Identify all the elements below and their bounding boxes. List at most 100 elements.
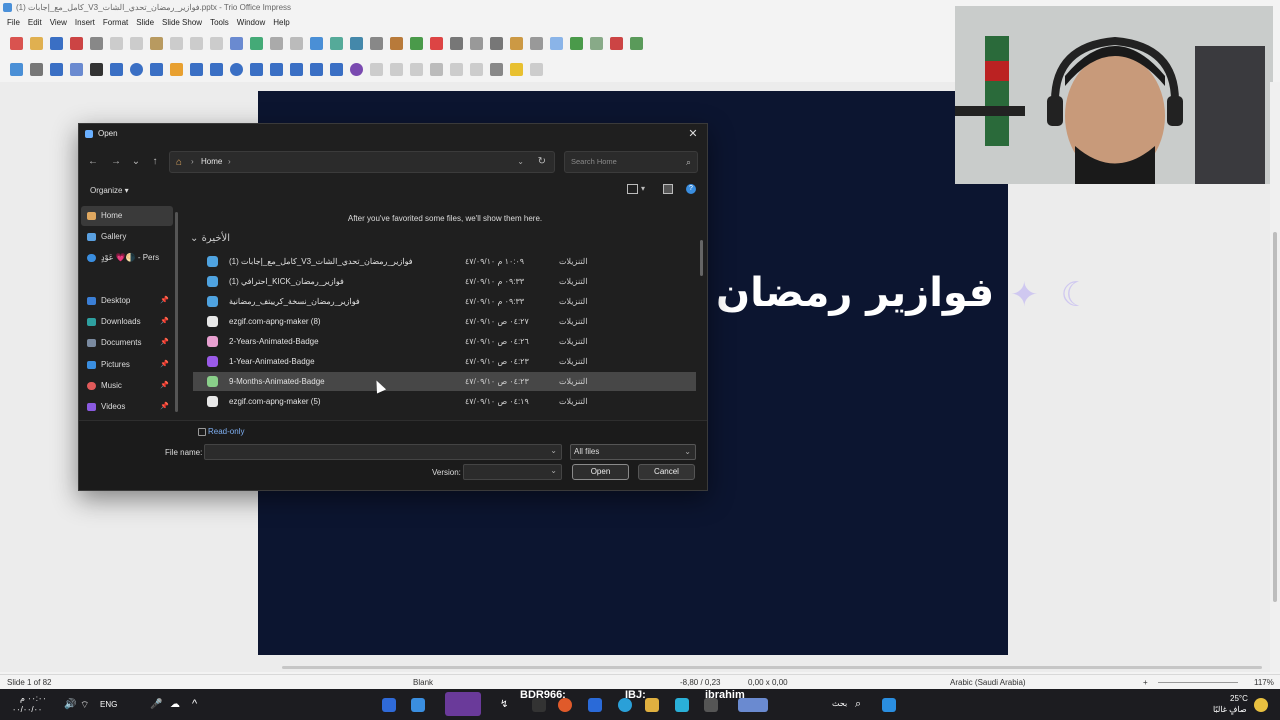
file-row[interactable]: 2-Years-Animated-Badge ٠٤:٢٦ ص ٤٧/٠٩/١٠ … (193, 332, 696, 351)
view-dropdown-icon[interactable]: ▾ (641, 184, 645, 193)
sidebar-item-onedrive[interactable]: عَوْدٍ 💗🌗 - Pers (81, 248, 173, 268)
start-icon[interactable] (882, 698, 896, 712)
back-arrow-icon[interactable]: ← (85, 154, 101, 170)
sidebar-item-videos[interactable]: Videos 📌 (81, 397, 173, 417)
breadcrumb-home[interactable]: Home (201, 157, 222, 166)
speaker-icon[interactable]: 🔊 (64, 699, 76, 710)
shadow-icon[interactable] (430, 62, 443, 76)
redo-icon[interactable] (210, 36, 223, 50)
version-select[interactable]: ⌄ (463, 464, 562, 480)
zoom-icon[interactable] (30, 62, 43, 76)
checkbox-icon[interactable] (198, 428, 206, 436)
display-views-icon[interactable] (290, 36, 303, 50)
paste-icon[interactable] (150, 36, 163, 50)
spellcheck-icon[interactable] (250, 36, 263, 50)
hyperlink-icon[interactable] (510, 36, 523, 50)
print-icon[interactable] (90, 36, 103, 50)
language-status[interactable]: Arabic (Saudi Arabia) (950, 675, 1026, 690)
delete-slide-icon[interactable] (610, 36, 623, 50)
menu-edit[interactable]: Edit (24, 16, 46, 30)
weather-icon[interactable] (1254, 698, 1268, 712)
group-header-recent[interactable]: ⌄ الأخيرة (190, 233, 230, 244)
zoom-in-icon[interactable]: + (1143, 675, 1148, 690)
menu-window[interactable]: Window (233, 16, 269, 30)
new-icon[interactable] (10, 36, 23, 50)
file-row[interactable]: ezgif.com-apng-maker (8) ٠٤:٢٧ ص ٤٧/٠٩/١… (193, 312, 696, 331)
organize-button[interactable]: Organize ▾ (90, 186, 129, 195)
view-mode-icon[interactable] (627, 184, 638, 194)
up-arrow-icon[interactable]: ↑ (147, 154, 163, 170)
rotate-icon[interactable] (350, 62, 363, 76)
file-list-scrollbar[interactable] (700, 240, 703, 276)
pin-icon[interactable]: 📌 (160, 376, 169, 396)
pin-icon[interactable]: 📌 (160, 291, 169, 311)
pin-icon[interactable]: 📌 (160, 312, 169, 332)
duplicate-slide-icon[interactable] (590, 36, 603, 50)
points-icon[interactable] (490, 62, 503, 76)
edge-icon[interactable] (618, 698, 632, 712)
curves-icon[interactable] (170, 62, 183, 76)
help-icon[interactable]: ? (686, 184, 696, 194)
block-arrows-icon[interactable] (250, 62, 263, 76)
sidebar-item-downloads[interactable]: Downloads 📌 (81, 312, 173, 332)
store-icon[interactable] (588, 698, 602, 712)
recent-locations-chevron-icon[interactable]: ⌄ (128, 154, 144, 170)
copilot-icon[interactable] (675, 698, 689, 712)
stars-icon[interactable] (310, 62, 323, 76)
address-dropdown-icon[interactable]: ⌄ (517, 157, 524, 166)
chart-icon[interactable] (410, 36, 423, 50)
task-view-icon[interactable] (704, 698, 718, 712)
sidebar-item-home[interactable]: Home (81, 206, 173, 226)
rectangle-icon[interactable] (110, 62, 123, 76)
open-folder-icon[interactable] (30, 36, 43, 50)
arrow-icon[interactable]: ↯ (500, 699, 508, 710)
menu-view[interactable]: View (46, 16, 71, 30)
save-icon[interactable] (50, 36, 63, 50)
file-explorer-icon[interactable] (645, 698, 659, 712)
app-icon[interactable] (532, 698, 546, 712)
glue-points-icon[interactable] (510, 62, 523, 76)
app-taskbar-icon[interactable] (411, 698, 425, 712)
file-type-select[interactable]: All files ⌄ (570, 444, 696, 460)
pin-icon[interactable]: 📌 (160, 397, 169, 417)
sidebar-item-documents[interactable]: Documents 📌 (81, 333, 173, 353)
copy-icon[interactable] (130, 36, 143, 50)
filter-icon[interactable] (470, 62, 483, 76)
open-button[interactable]: Open (572, 464, 629, 480)
zoom-slider[interactable] (1158, 682, 1238, 683)
lines-arrows-draw-icon[interactable] (150, 62, 163, 76)
scroll-thumb[interactable] (1273, 232, 1277, 602)
clone-icon[interactable] (170, 36, 183, 50)
callouts-icon[interactable] (290, 62, 303, 76)
file-row[interactable]: فوازير_رمضان_نسخة_كرييتف_رمضانية ٠٩:٣٣ م… (193, 292, 696, 311)
wifi-icon[interactable]: ⌔ (80, 699, 89, 712)
sidebar-item-desktop[interactable]: Desktop 📌 (81, 291, 173, 311)
sidebar-item-pictures[interactable]: Pictures 📌 (81, 355, 173, 375)
horizontal-scrollbar[interactable] (282, 666, 1262, 669)
flowchart-icon[interactable] (270, 62, 283, 76)
toggle-extrusion-icon[interactable] (530, 62, 543, 76)
start-slideshow-icon[interactable] (330, 36, 343, 50)
master-slide-icon[interactable] (310, 36, 323, 50)
symbol-shapes-icon[interactable] (230, 62, 243, 76)
chevron-up-icon[interactable]: ^ (192, 698, 197, 710)
vertical-scrollbar[interactable] (1270, 82, 1280, 672)
menu-tools[interactable]: Tools (206, 16, 233, 30)
menu-format[interactable]: Format (99, 16, 132, 30)
slide-layout-icon[interactable] (630, 36, 643, 50)
menu-insert[interactable]: Insert (71, 16, 99, 30)
search-input[interactable]: Search Home ⌕ (564, 151, 698, 173)
file-row[interactable]: ezgif.com-apng-maker (5) ٠٤:١٩ ص ٤٧/٠٩/١… (193, 392, 696, 411)
connectors-icon[interactable] (190, 62, 203, 76)
widgets-icon[interactable] (738, 698, 768, 712)
textbox-icon[interactable] (450, 36, 463, 50)
input-language[interactable]: ENG (100, 700, 117, 709)
3d-objects-icon[interactable] (330, 62, 343, 76)
search-icon[interactable]: ⌕ (855, 698, 861, 711)
zoom-level[interactable]: 117% (1254, 675, 1274, 690)
select-icon[interactable] (10, 62, 23, 76)
file-row[interactable]: (1) احترافي_KICK_فوازير_رمضان ٠٩:٣٣ م ٤٧… (193, 272, 696, 291)
table-icon[interactable] (370, 36, 383, 50)
special-character-icon[interactable] (490, 36, 503, 50)
menu-slide-show[interactable]: Slide Show (158, 16, 206, 30)
